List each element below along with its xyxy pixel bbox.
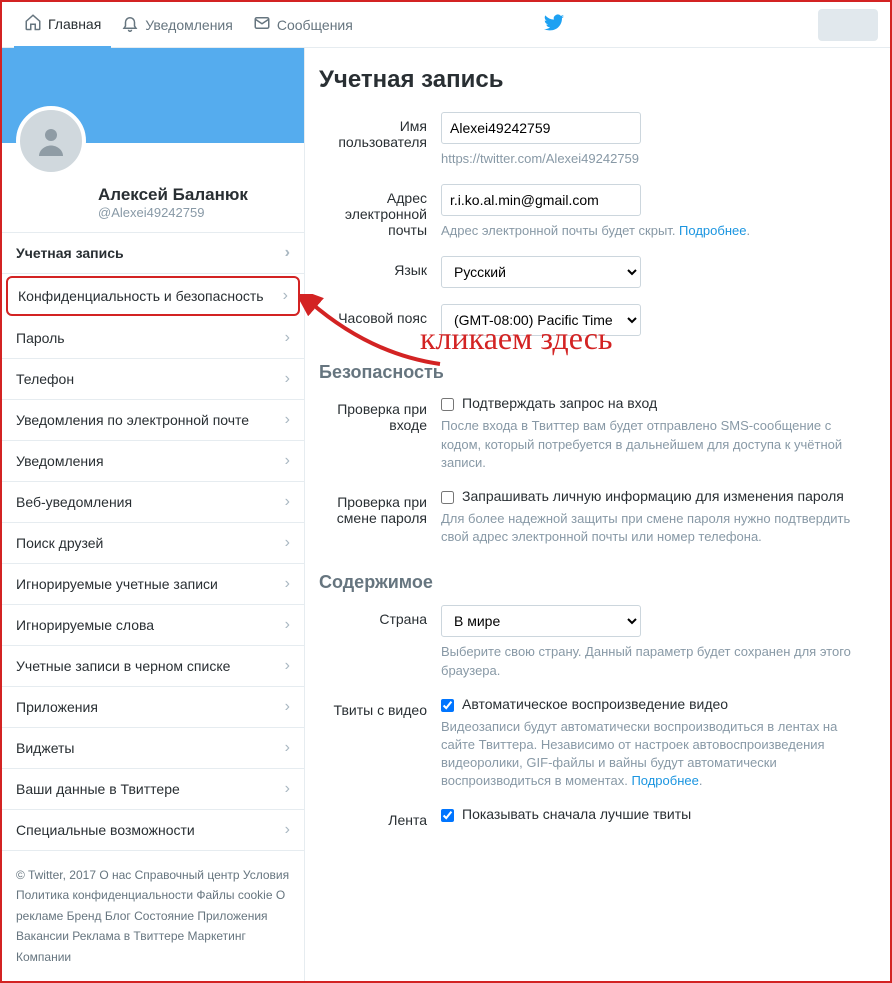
chevron-right-icon: › bbox=[285, 698, 290, 716]
chevron-right-icon: › bbox=[285, 780, 290, 798]
home-icon bbox=[24, 13, 42, 34]
sidebar-item-account[interactable]: Учетная запись › bbox=[2, 233, 304, 274]
email-input[interactable] bbox=[441, 184, 641, 216]
email-hint: Адрес электронной почты будет скрыт. Под… bbox=[441, 222, 861, 240]
chevron-right-icon: › bbox=[285, 575, 290, 593]
nav-messages-label: Сообщения bbox=[277, 17, 353, 33]
envelope-icon bbox=[253, 14, 271, 35]
content-header: Содержимое bbox=[319, 572, 882, 593]
video-autoplay-checkbox[interactable] bbox=[441, 699, 454, 712]
profile-avatar[interactable] bbox=[16, 106, 86, 176]
sidebar-item-label: Игнорируемые слова bbox=[16, 617, 154, 633]
feed-best-checkbox[interactable] bbox=[441, 809, 454, 822]
sidebar-item-label: Уведомления bbox=[16, 453, 104, 469]
sidebar-item-label: Учетные записи в черном списке bbox=[16, 658, 230, 674]
sidebar-item-label: Пароль bbox=[16, 330, 65, 346]
sidebar-item-muted-words[interactable]: Игнорируемые слова › bbox=[2, 605, 304, 646]
sidebar-item-your-data[interactable]: Ваши данные в Твиттере › bbox=[2, 769, 304, 810]
sidebar-item-widgets[interactable]: Виджеты › bbox=[2, 728, 304, 769]
sidebar-item-label: Виджеты bbox=[16, 740, 75, 756]
sidebar-item-label: Ваши данные в Твиттере bbox=[16, 781, 180, 797]
login-verify-label: Проверка при входе bbox=[319, 395, 441, 472]
language-select[interactable]: Русский bbox=[441, 256, 641, 288]
pwd-verify-hint: Для более надежной защиты при смене паро… bbox=[441, 510, 861, 546]
twitter-logo-icon bbox=[543, 12, 565, 37]
sidebar-item-label: Приложения bbox=[16, 699, 98, 715]
feed-cb-text: Показывать сначала лучшие твиты bbox=[462, 806, 691, 822]
video-cb-text: Автоматическое воспроизведение видео bbox=[462, 696, 728, 712]
sidebar-item-muted-accounts[interactable]: Игнорируемые учетные записи › bbox=[2, 564, 304, 605]
feed-label: Лента bbox=[319, 806, 441, 828]
bell-icon bbox=[121, 14, 139, 35]
footer-links: © Twitter, 2017 О нас Справочный центр У… bbox=[2, 851, 304, 981]
country-hint: Выберите свою страну. Данный параметр бу… bbox=[441, 643, 861, 679]
sidebar-item-web-notifications[interactable]: Веб-уведомления › bbox=[2, 482, 304, 523]
video-hint: Видеозаписи будут автоматически воспроиз… bbox=[441, 718, 861, 791]
language-label: Язык bbox=[319, 256, 441, 288]
sidebar-item-find-friends[interactable]: Поиск друзей › bbox=[2, 523, 304, 564]
timezone-select[interactable]: (GMT-08:00) Pacific Time (US bbox=[441, 304, 641, 336]
chevron-right-icon: › bbox=[285, 616, 290, 634]
security-header: Безопасность bbox=[319, 362, 882, 383]
sidebar-item-phone[interactable]: Телефон › bbox=[2, 359, 304, 400]
chevron-right-icon: › bbox=[285, 452, 290, 470]
username-input[interactable] bbox=[441, 112, 641, 144]
nav-home[interactable]: Главная bbox=[14, 2, 111, 48]
pwd-verify-cb-text: Запрашивать личную информацию для измене… bbox=[462, 488, 844, 504]
pwd-verify-label: Проверка при смене пароля bbox=[319, 488, 441, 546]
country-label: Страна bbox=[319, 605, 441, 679]
sidebar-item-apps[interactable]: Приложения › bbox=[2, 687, 304, 728]
top-nav: Главная Уведомления Сообщения bbox=[2, 2, 890, 48]
login-verify-hint: После входа в Твиттер вам будет отправле… bbox=[441, 417, 861, 472]
sidebar-item-label: Учетная запись bbox=[16, 245, 124, 261]
video-label: Твиты с видео bbox=[319, 696, 441, 791]
nav-notifications-label: Уведомления bbox=[145, 17, 233, 33]
chevron-right-icon: › bbox=[285, 329, 290, 347]
login-verify-cb-text: Подтверждать запрос на вход bbox=[462, 395, 657, 411]
sidebar-item-accessibility[interactable]: Специальные возможности › bbox=[2, 810, 304, 851]
sidebar-item-label: Телефон bbox=[16, 371, 74, 387]
video-more-link[interactable]: Подробнее bbox=[631, 773, 698, 788]
username-label: Имя пользователя bbox=[319, 112, 441, 168]
chevron-right-icon: › bbox=[285, 244, 290, 262]
email-more-link[interactable]: Подробнее bbox=[679, 223, 746, 238]
sidebar-item-label: Поиск друзей bbox=[16, 535, 103, 551]
sidebar-item-blocked[interactable]: Учетные записи в черном списке › bbox=[2, 646, 304, 687]
sidebar: Алексей Баланюк @Alexei49242759 Учетная … bbox=[2, 48, 305, 981]
email-label: Адрес электронной почты bbox=[319, 184, 441, 240]
sidebar-item-label: Веб-уведомления bbox=[16, 494, 132, 510]
chevron-right-icon: › bbox=[285, 657, 290, 675]
chevron-right-icon: › bbox=[285, 370, 290, 388]
sidebar-item-privacy[interactable]: Конфиденциальность и безопасность › bbox=[6, 276, 300, 316]
sidebar-item-label: Конфиденциальность и безопасность bbox=[18, 288, 264, 304]
chevron-right-icon: › bbox=[285, 534, 290, 552]
profile-name: Алексей Баланюк bbox=[98, 185, 290, 205]
username-hint: https://twitter.com/Alexei49242759 bbox=[441, 150, 861, 168]
profile-handle: @Alexei49242759 bbox=[98, 205, 290, 220]
sidebar-item-label: Уведомления по электронной почте bbox=[16, 412, 249, 428]
timezone-label: Часовой пояс bbox=[319, 304, 441, 336]
chevron-right-icon: › bbox=[285, 821, 290, 839]
sidebar-item-notifications[interactable]: Уведомления › bbox=[2, 441, 304, 482]
sidebar-item-label: Игнорируемые учетные записи bbox=[16, 576, 218, 592]
profile-cover bbox=[2, 48, 304, 143]
page-title: Учетная запись bbox=[319, 66, 882, 94]
sidebar-item-email-notifications[interactable]: Уведомления по электронной почте › bbox=[2, 400, 304, 441]
nav-home-label: Главная bbox=[48, 16, 101, 32]
chevron-right-icon: › bbox=[285, 411, 290, 429]
chevron-right-icon: › bbox=[285, 493, 290, 511]
pwd-verify-checkbox[interactable] bbox=[441, 491, 454, 504]
chevron-right-icon: › bbox=[285, 739, 290, 757]
country-select[interactable]: В мире bbox=[441, 605, 641, 637]
login-verify-checkbox[interactable] bbox=[441, 398, 454, 411]
nav-notifications[interactable]: Уведомления bbox=[111, 2, 243, 48]
sidebar-item-label: Специальные возможности bbox=[16, 822, 195, 838]
chevron-right-icon: › bbox=[283, 287, 288, 305]
main-content: Учетная запись Имя пользователя https://… bbox=[305, 48, 890, 981]
nav-messages[interactable]: Сообщения bbox=[243, 2, 363, 48]
sidebar-item-password[interactable]: Пароль › bbox=[2, 318, 304, 359]
account-avatar-small[interactable] bbox=[818, 9, 878, 41]
